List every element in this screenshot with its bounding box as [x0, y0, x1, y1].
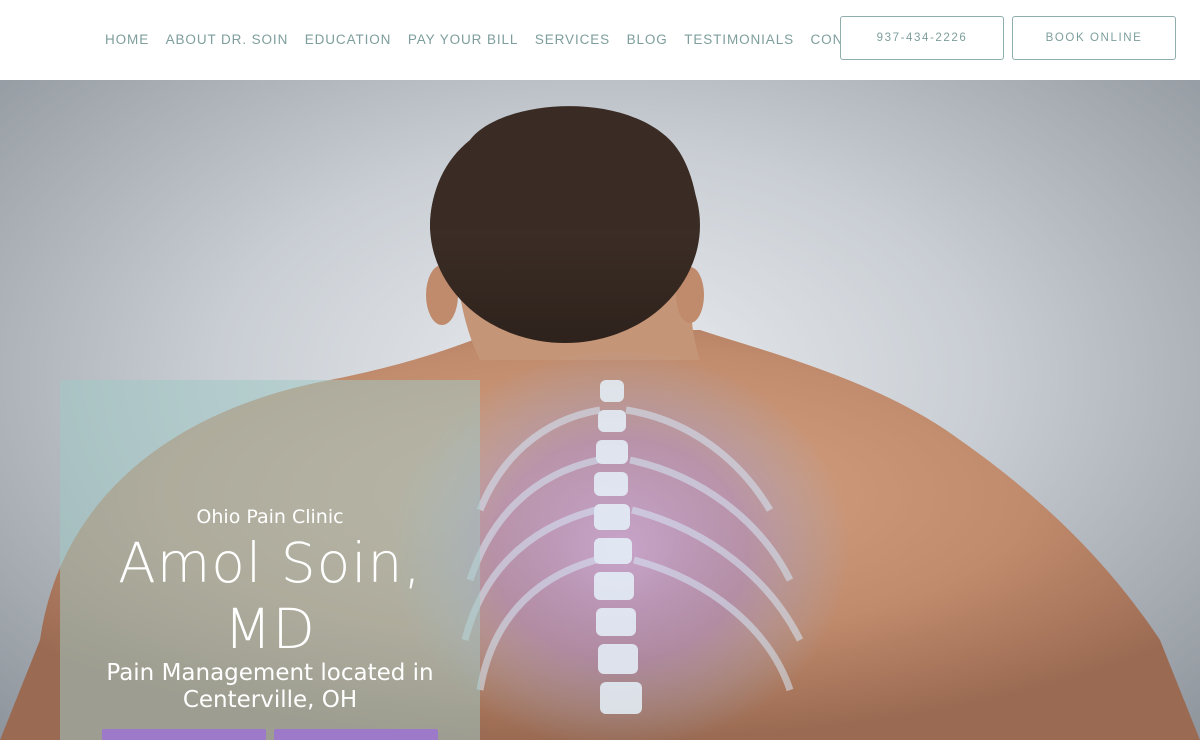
cta-button-secondary[interactable] [274, 729, 438, 740]
nav-services-link[interactable]: SERVICES [535, 31, 610, 49]
hero-tagline: Pain Management located in Centerville, … [106, 660, 434, 713]
nav-education-link[interactable]: EDUCATION [305, 31, 392, 49]
site-header: HOME ABOUT DR. SOIN EDUCATION PAY YOUR B… [0, 0, 1200, 80]
clinic-name: Ohio Pain Clinic [196, 506, 344, 528]
nav-pay-bill-link[interactable]: PAY YOUR BILL [408, 31, 519, 49]
nav-testimonials-link[interactable]: TESTIMONIALS [684, 31, 794, 49]
nav-about-link[interactable]: ABOUT DR. SOIN [166, 31, 289, 49]
book-online-button[interactable]: BOOK ONLINE [1012, 16, 1176, 60]
phone-button[interactable]: 937-434-2226 [840, 16, 1004, 60]
cta-button-primary[interactable] [102, 729, 266, 740]
doctor-name-heading: Amol Soin, MD [118, 531, 422, 661]
main-nav: HOME ABOUT DR. SOIN EDUCATION PAY YOUR B… [105, 31, 898, 49]
nav-blog-link[interactable]: BLOG [627, 31, 668, 49]
hero-card: Ohio Pain Clinic Amol Soin, MD Pain Mana… [60, 380, 480, 740]
nav-home-link[interactable]: HOME [105, 31, 149, 49]
hero-section: Ohio Pain Clinic Amol Soin, MD Pain Mana… [0, 80, 1200, 740]
